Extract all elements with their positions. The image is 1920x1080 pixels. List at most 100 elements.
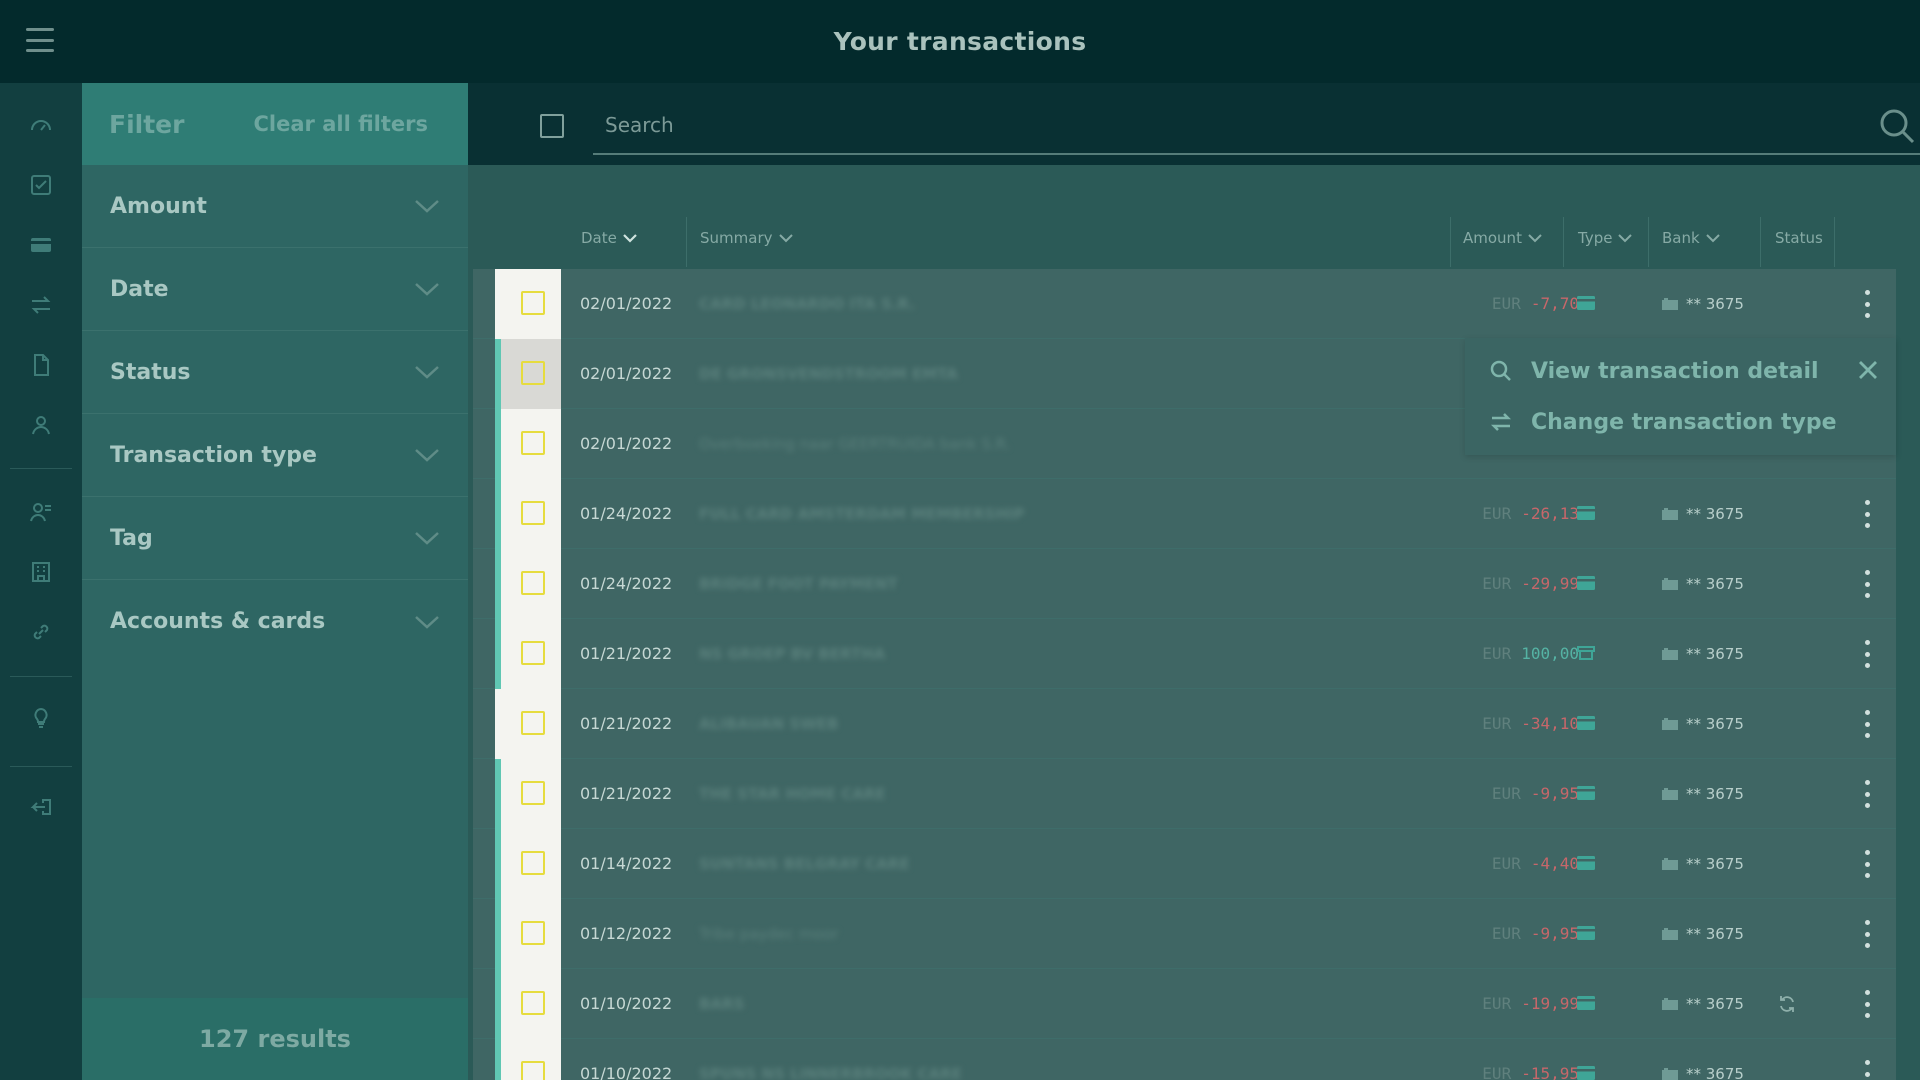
table-row[interactable]: 01/10/2022 BARS EUR -19,99 ** 3675 <box>473 969 1896 1039</box>
chevron-down-icon <box>415 366 439 379</box>
chevron-down-icon <box>415 449 439 462</box>
document-icon[interactable] <box>28 352 54 378</box>
row-checkbox[interactable] <box>521 781 545 805</box>
close-icon[interactable] <box>1856 358 1880 382</box>
chevron-down-icon <box>415 200 439 213</box>
row-checkbox[interactable] <box>521 991 545 1015</box>
row-checkbox[interactable] <box>521 291 545 315</box>
row-checkbox[interactable] <box>521 1061 545 1080</box>
filter-tag[interactable]: Tag <box>82 497 468 580</box>
logout-icon[interactable] <box>28 794 54 820</box>
row-select <box>495 689 561 759</box>
table-row[interactable]: 01/12/2022 Tribe paydec moor EUR -9,95 **… <box>473 899 1896 969</box>
column-date[interactable]: Date <box>581 223 637 253</box>
row-more-icon[interactable] <box>1862 570 1872 598</box>
column-bank[interactable]: Bank <box>1662 223 1720 253</box>
results-count-button[interactable]: 127 results <box>82 998 468 1080</box>
contacts-icon[interactable] <box>28 412 54 438</box>
column-summary[interactable]: Summary <box>700 223 793 253</box>
transfer-icon[interactable] <box>28 292 54 318</box>
row-more-icon[interactable] <box>1862 640 1872 668</box>
chevron-down-icon <box>415 283 439 296</box>
row-more-icon[interactable] <box>1862 990 1872 1018</box>
menu-icon[interactable] <box>26 28 54 52</box>
table-row[interactable]: 01/14/2022 SUNTANS BELGRAY CARE EUR -4,40… <box>473 829 1896 899</box>
change-transaction-type-item[interactable]: Change transaction type <box>1489 406 1837 438</box>
row-select <box>495 479 561 549</box>
row-bank: ** 3675 <box>1662 479 1744 549</box>
row-checkbox[interactable] <box>521 921 545 945</box>
lightbulb-icon[interactable] <box>28 705 54 731</box>
row-amount: EUR -15,95 <box>1482 1064 1579 1080</box>
chevron-down-icon <box>778 234 793 243</box>
filter-date[interactable]: Date <box>82 248 468 331</box>
row-more-icon[interactable] <box>1862 500 1872 528</box>
column-divider <box>1760 217 1761 267</box>
row-checkbox[interactable] <box>521 501 545 525</box>
filter-status[interactable]: Status <box>82 331 468 414</box>
row-summary: Tribe paydec moor <box>699 925 839 943</box>
row-checkbox[interactable] <box>521 431 545 455</box>
chevron-down-icon <box>1618 234 1633 243</box>
chevron-down-icon <box>415 532 439 545</box>
table-row[interactable]: 01/21/2022 ALIBAUAN SWEB EUR -34,10 ** 36… <box>473 689 1896 759</box>
table-row[interactable]: 01/21/2022 NS GROEP BV BERTHA EUR 100,00 … <box>473 619 1896 689</box>
row-bank: ** 3675 <box>1662 269 1744 339</box>
building-icon[interactable] <box>28 559 54 585</box>
row-checkbox[interactable] <box>521 571 545 595</box>
row-more-icon[interactable] <box>1862 290 1872 318</box>
row-bank: ** 3675 <box>1662 1039 1744 1080</box>
view-transaction-detail-item[interactable]: View transaction detail <box>1489 355 1819 387</box>
tasks-icon[interactable] <box>28 172 54 198</box>
column-divider <box>1648 217 1649 267</box>
row-amount: EUR 100,00 <box>1482 644 1579 663</box>
row-more-icon[interactable] <box>1862 850 1872 878</box>
table-row[interactable]: 01/24/2022 BRIDGE FOOT PAYMENT EUR -29,99… <box>473 549 1896 619</box>
row-date: 01/14/2022 <box>580 854 673 873</box>
filter-title: Filter <box>109 109 185 139</box>
table-row[interactable]: 01/10/2022 SPUNS NS LINNERBROOK CARE EUR… <box>473 1039 1896 1080</box>
filter-label: Date <box>110 276 169 302</box>
bank-icon <box>1662 578 1678 590</box>
row-summary: THE STAR HOME CARE <box>699 785 886 803</box>
card-icon <box>1577 856 1595 870</box>
filter-accounts-cards[interactable]: Accounts & cards <box>82 580 468 663</box>
rail-divider <box>10 766 72 767</box>
card-icon <box>1577 1066 1595 1080</box>
link-icon[interactable] <box>28 619 54 645</box>
row-checkbox[interactable] <box>521 361 545 385</box>
row-more-icon[interactable] <box>1862 1060 1872 1080</box>
dashboard-icon[interactable] <box>28 112 54 138</box>
card-icon <box>1577 996 1595 1010</box>
row-checkbox[interactable] <box>521 851 545 875</box>
row-summary: SPUNS NS LINNERBROOK CARE <box>699 1065 962 1080</box>
user-list-icon[interactable] <box>28 499 54 525</box>
row-bank: ** 3675 <box>1662 969 1744 1039</box>
row-select <box>495 829 561 899</box>
row-checkbox[interactable] <box>521 641 545 665</box>
row-more-icon[interactable] <box>1862 780 1872 808</box>
select-all-checkbox[interactable] <box>540 114 564 138</box>
bank-icon <box>1662 718 1678 730</box>
card-icon[interactable] <box>28 232 54 258</box>
row-summary: CARD LEONARDO ITA S.R. <box>699 295 916 313</box>
clear-filters-button[interactable]: Clear all filters <box>254 112 428 136</box>
table-row[interactable]: 01/24/2022 FULL CARD AMSTERDAM MEMBERSHI… <box>473 479 1896 549</box>
filter-transaction-type[interactable]: Transaction type <box>82 414 468 497</box>
column-amount[interactable]: Amount <box>1463 223 1542 253</box>
row-select <box>495 339 561 409</box>
row-summary: DE GRONSVENDSTROOM EMTA <box>699 365 958 383</box>
row-more-icon[interactable] <box>1862 710 1872 738</box>
table-row[interactable]: 02/01/2022 CARD LEONARDO ITA S.R. EUR -7,… <box>473 269 1896 339</box>
row-amount: EUR -4,40 <box>1491 854 1579 873</box>
chevron-down-icon <box>1528 234 1542 243</box>
filter-label: Amount <box>110 193 207 219</box>
table-row[interactable]: 01/21/2022 THE STAR HOME CARE EUR -9,95 *… <box>473 759 1896 829</box>
search-input[interactable] <box>593 97 1920 153</box>
search-icon[interactable] <box>1878 107 1916 145</box>
row-date: 02/01/2022 <box>580 294 673 313</box>
filter-amount[interactable]: Amount <box>82 165 468 248</box>
row-more-icon[interactable] <box>1862 920 1872 948</box>
row-checkbox[interactable] <box>521 711 545 735</box>
column-type[interactable]: Type <box>1578 223 1633 253</box>
